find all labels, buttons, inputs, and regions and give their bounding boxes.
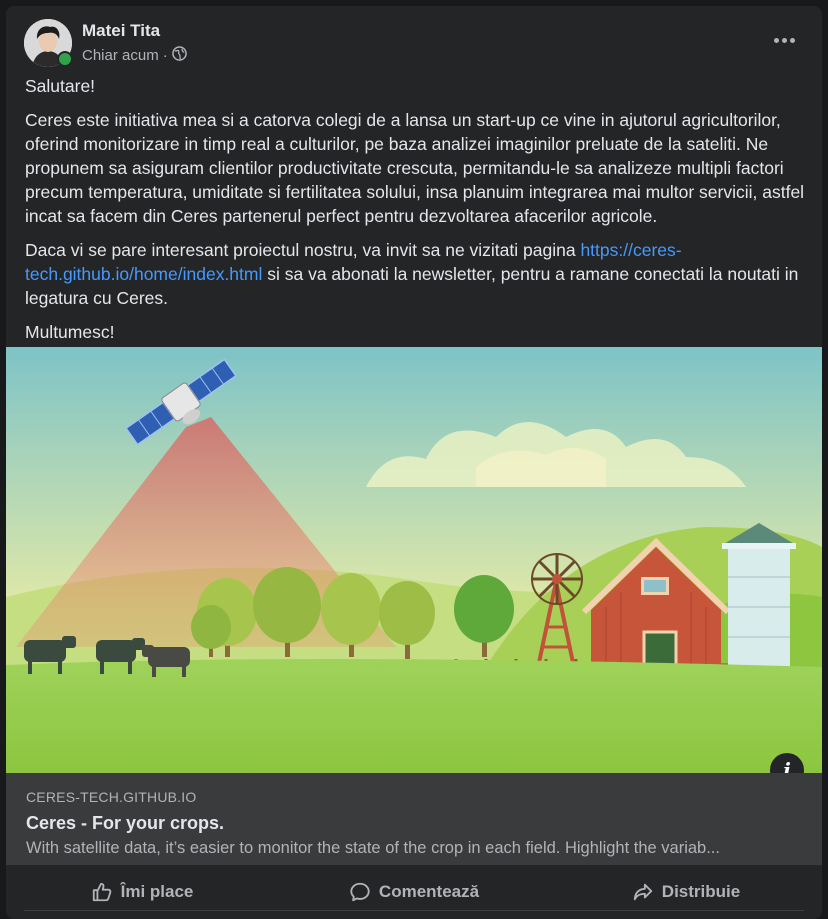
post-greeting: Salutare! (25, 76, 96, 96)
share-icon (632, 881, 654, 903)
post-paragraph: Ceres este initiativa mea si a catorva c… (25, 110, 805, 226)
more-options-button[interactable] (766, 28, 802, 52)
post-paragraph-link: Daca vi se pare interesant proiectul nos… (25, 238, 805, 310)
post-closing: Multumesc! (25, 322, 115, 342)
comments-divider (24, 910, 804, 911)
share-label: Distribuie (661, 882, 741, 901)
link-description: With satellite data, it’s easier to moni… (26, 839, 720, 857)
link-domain: CERES-TECH.GITHUB.IO (26, 789, 197, 805)
post-time[interactable]: Chiar acum (82, 47, 159, 64)
farm-illustration (6, 347, 822, 773)
online-status-dot (57, 51, 73, 67)
meta-separator: · (162, 47, 168, 64)
post-meta: Chiar acum · (82, 46, 187, 65)
post-header: Matei Tita Chiar acum · (6, 6, 822, 76)
comment-label: Comentează (378, 882, 480, 901)
more-horizontal-icon (773, 37, 779, 43)
link-title[interactable]: Ceres - For your crops. (26, 813, 224, 834)
comment-icon (349, 881, 371, 903)
globe-icon[interactable] (171, 46, 187, 65)
paragraph-text: Daca vi se pare interesant proiectul nos… (25, 240, 581, 260)
post-card: Matei Tita Chiar acum · Salutare! Ceres … (6, 6, 822, 919)
author-name[interactable]: Matei Tita (82, 21, 160, 41)
link-preview-image[interactable]: i (6, 347, 822, 773)
post-body: Salutare! Ceres este initiativa mea si a… (25, 74, 805, 354)
link-preview-box[interactable]: CERES-TECH.GITHUB.IO Ceres - For your cr… (6, 773, 822, 865)
like-label: Îmi place (120, 882, 194, 901)
author-avatar[interactable] (24, 19, 73, 67)
thumbs-up-icon (91, 881, 113, 903)
